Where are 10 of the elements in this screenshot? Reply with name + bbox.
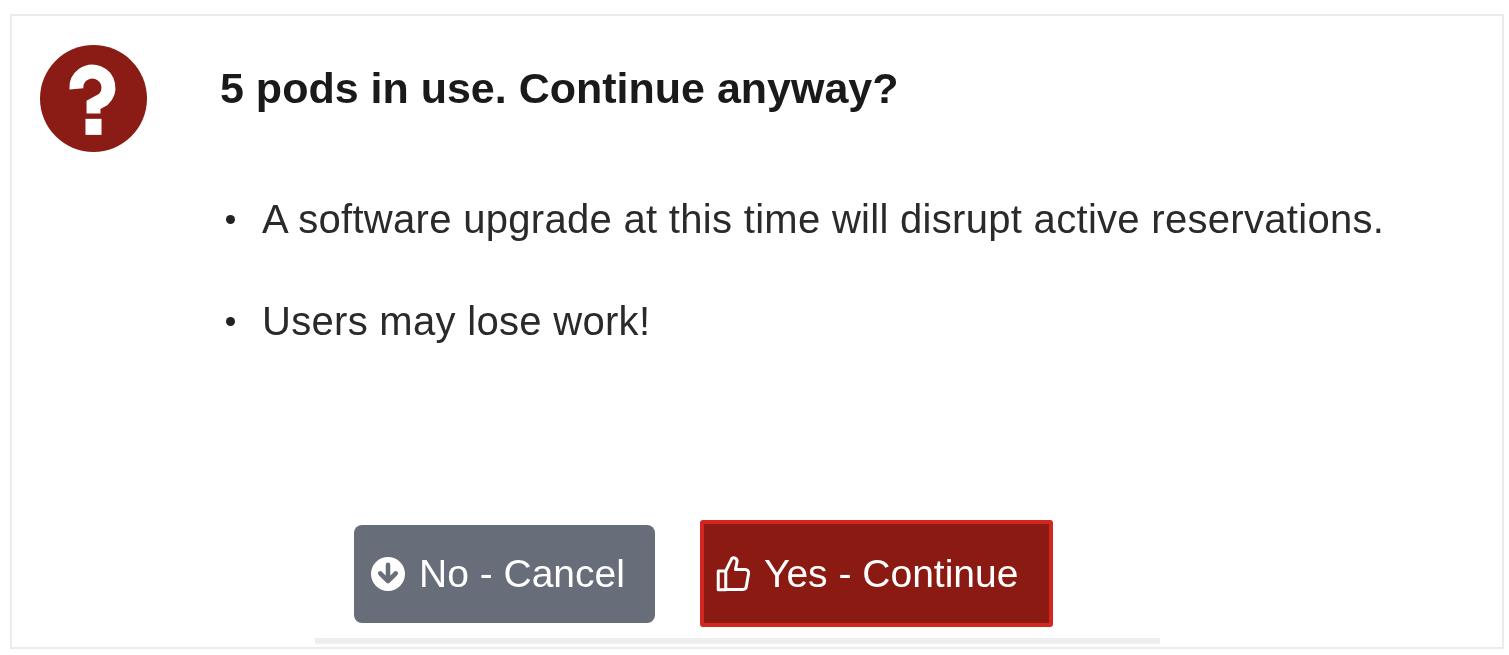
thumbs-up-icon xyxy=(716,554,752,593)
arrow-down-circle-icon xyxy=(371,556,405,591)
bullet-icon xyxy=(226,316,235,326)
bullet-icon xyxy=(226,214,235,224)
question-icon xyxy=(40,45,147,152)
message-text: Users may lose work! xyxy=(262,298,651,345)
continue-button[interactable]: Yes - Continue xyxy=(700,520,1053,627)
message-text: A software upgrade at this time will disrupt active reservations. xyxy=(262,196,1385,243)
dialog-title: 5 pods in use. Continue anyway? xyxy=(220,63,899,114)
cancel-button[interactable]: No - Cancel xyxy=(354,524,655,623)
